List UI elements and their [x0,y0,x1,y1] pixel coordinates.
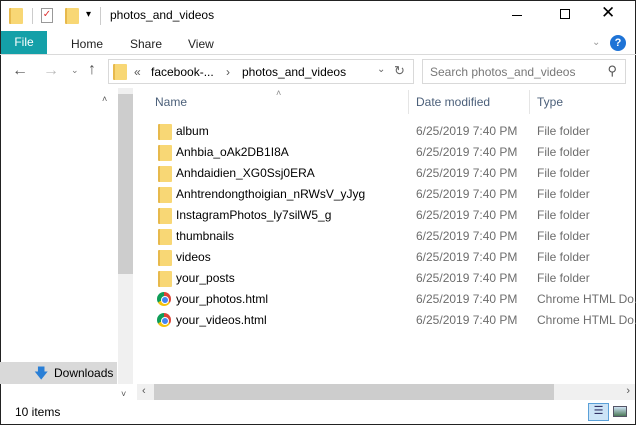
folder-icon [158,271,172,287]
breadcrumb-current[interactable]: photos_and_videos [242,65,346,79]
download-icon: 🡇 [34,365,49,381]
chrome-icon [157,292,171,306]
folder-icon [158,166,172,182]
column-header-type[interactable]: Type [537,95,563,109]
file-date: 6/25/2019 7:40 PM [416,208,518,222]
scroll-left-button[interactable]: ‹ [142,385,146,397]
details-view-button[interactable]: ☰ [588,403,609,421]
file-date: 6/25/2019 7:40 PM [416,271,518,285]
folder-icon [158,124,172,140]
close-button[interactable]: ✕ [601,3,615,23]
file-row[interactable]: your_photos.html 6/25/2019 7:40 PM Chrome … [155,289,636,310]
sidebar-item-label: Downloads [54,366,114,380]
file-row[interactable]: videos 6/25/2019 7:40 PM File folder [155,247,635,268]
folder-icon [158,250,172,266]
nav-scroll-up[interactable]: ˄ [102,94,107,104]
file-type: File folder [537,250,590,264]
address-dropdown-icon[interactable]: ⌄ [377,64,385,75]
folder-icon [158,145,172,161]
tab-share[interactable]: Share [130,37,162,51]
maximize-button[interactable] [560,9,570,19]
refresh-icon[interactable]: ↻ [394,63,405,79]
file-date: 6/25/2019 7:40 PM [416,145,518,159]
file-type: File folder [537,145,590,159]
column-header-name[interactable]: Name [155,95,187,109]
file-row[interactable]: Anhtrendongthoigian_nRWsV_yJyg 6/25/2019 … [155,184,635,205]
file-type: Chrome HTML Do... [537,313,636,327]
expand-ribbon-icon[interactable]: ⌄ [592,37,600,48]
file-row[interactable]: thumbnails 6/25/2019 7:40 PM File folder [155,226,635,247]
file-type: File folder [537,124,590,138]
tab-home[interactable]: Home [71,37,103,51]
customize-quick-access-icon[interactable]: ▾ [86,9,91,20]
minimize-button[interactable] [512,15,522,16]
properties-icon[interactable]: ✓ [41,8,53,23]
file-name: album [176,124,209,138]
recent-locations-icon[interactable]: ⌄ [71,65,79,76]
file-name: Anhdaidien_XG0Ssj0ERA [176,166,315,180]
file-date: 6/25/2019 7:40 PM [416,166,518,180]
file-type: File folder [537,208,590,222]
file-type: File folder [537,166,590,180]
item-count: 10 items [15,405,61,419]
file-row[interactable]: your_posts 6/25/2019 7:40 PM File folder [155,268,635,289]
file-date: 6/25/2019 7:40 PM [416,292,518,306]
file-name: InstagramPhotos_ly7silW5_g [176,208,332,222]
file-name: your_videos.html [176,313,267,327]
title-bar: ✓ ▾ photos_and_videos ✕ [0,0,636,32]
file-name: Anhbia_oAk2DB1I8A [176,145,289,159]
search-input[interactable]: Search photos_and_videos ⚲ [422,59,626,84]
folder-icon [113,64,127,80]
ribbon-divider [0,54,636,55]
folder-icon [158,187,172,203]
folder-icon [158,229,172,245]
file-name: your_posts [176,271,235,285]
file-type: Chrome HTML Do... [537,292,636,306]
file-row[interactable]: Anhdaidien_XG0Ssj0ERA 6/25/2019 7:40 PM Fi… [155,163,635,184]
file-name: videos [176,250,211,264]
nav-scrollbar[interactable] [118,88,133,384]
file-row[interactable]: album 6/25/2019 7:40 PM File folder [155,121,635,142]
breadcrumb-overflow[interactable]: « [134,65,141,79]
scroll-thumb[interactable] [154,384,554,400]
file-date: 6/25/2019 7:40 PM [416,187,518,201]
file-row[interactable]: InstagramPhotos_ly7silW5_g 6/25/2019 7:40… [155,205,635,226]
file-type: File folder [537,229,590,243]
window-title: photos_and_videos [110,8,215,22]
breadcrumb-separator[interactable]: › [226,65,230,79]
up-button[interactable]: ↑ [88,61,96,79]
file-type: File folder [537,187,590,201]
folder-icon [9,8,23,24]
sidebar-item-downloads[interactable]: 🡇 Downloads [0,362,117,384]
file-date: 6/25/2019 7:40 PM [416,229,518,243]
breadcrumb-facebook[interactable]: facebook-... [151,65,214,79]
file-row[interactable]: your_videos.html 6/25/2019 7:40 PM Chrome … [155,310,636,331]
file-date: 6/25/2019 7:40 PM [416,124,518,138]
help-icon[interactable]: ? [610,35,626,51]
large-icons-view-button[interactable] [613,406,627,417]
file-type: File folder [537,271,590,285]
address-bar[interactable]: « facebook-... › photos_and_videos ⌄ ↻ [108,59,414,84]
search-placeholder: Search photos_and_videos [430,65,576,79]
tab-view[interactable]: View [188,37,214,51]
scroll-right-button[interactable]: › [626,385,630,397]
chrome-icon [157,313,171,327]
new-folder-icon[interactable] [65,8,79,24]
tab-file[interactable]: File [1,31,47,54]
file-date: 6/25/2019 7:40 PM [416,250,518,264]
horizontal-scrollbar[interactable]: ‹ › [137,384,635,400]
file-name: thumbnails [176,229,235,243]
file-row[interactable]: Anhbia_oAk2DB1I8A 6/25/2019 7:40 PM File f… [155,142,635,163]
nav-scroll-down[interactable]: ˅ [121,389,126,399]
folder-icon [158,208,172,224]
back-button[interactable]: ← [12,62,28,80]
sort-ascending-icon: ˄ [276,88,282,98]
file-date: 6/25/2019 7:40 PM [416,313,518,327]
file-name: your_photos.html [176,292,269,306]
search-icon: ⚲ [607,63,617,78]
column-header-date[interactable]: Date modified [416,95,490,109]
file-name: Anhtrendongthoigian_nRWsV_yJyg [176,187,366,201]
forward-button[interactable]: → [43,62,59,80]
